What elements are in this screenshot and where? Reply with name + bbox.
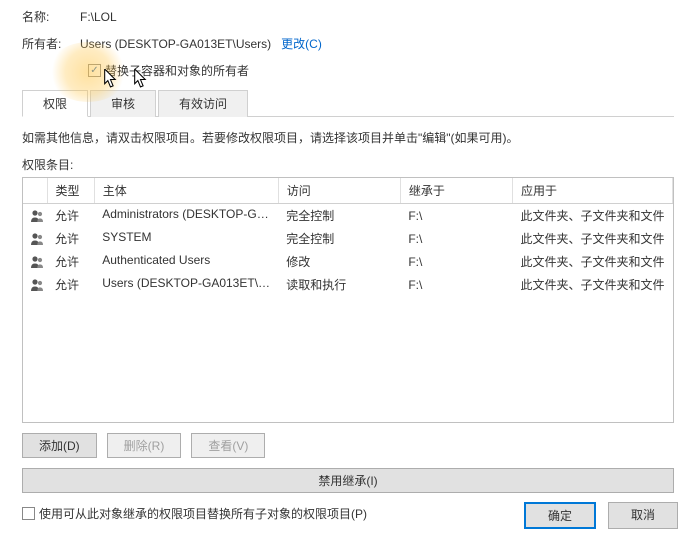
cell-access: 修改 bbox=[278, 250, 400, 273]
tab-effective-access[interactable]: 有效访问 bbox=[158, 90, 248, 117]
cell-type: 允许 bbox=[47, 204, 94, 228]
user-group-icon bbox=[29, 208, 45, 224]
col-access[interactable]: 访问 bbox=[278, 178, 400, 204]
cell-inherit: F:\ bbox=[400, 227, 512, 250]
permissions-table: 类型 主体 访问 继承于 应用于 允许Administrators (DESKT… bbox=[22, 177, 674, 423]
cursor-icon bbox=[103, 69, 119, 89]
name-label: 名称: bbox=[22, 8, 80, 25]
add-button[interactable]: 添加(D) bbox=[22, 433, 97, 458]
cell-type: 允许 bbox=[47, 227, 94, 250]
cell-access: 读取和执行 bbox=[278, 273, 400, 296]
tab-bar: 权限 审核 有效访问 bbox=[22, 89, 674, 117]
cell-principal: SYSTEM bbox=[94, 227, 278, 250]
replace-child-label: 使用可从此对象继承的权限项目替换所有子对象的权限项目(P) bbox=[39, 505, 367, 522]
owner-value: Users (DESKTOP-GA013ET\Users) bbox=[80, 37, 271, 51]
replace-owner-checkbox[interactable] bbox=[88, 64, 101, 77]
remove-button[interactable]: 删除(R) bbox=[107, 433, 182, 458]
cell-type: 允许 bbox=[47, 273, 94, 296]
owner-change-link[interactable]: 更改(C) bbox=[281, 35, 322, 52]
cancel-button[interactable]: 取消 bbox=[608, 502, 678, 529]
cell-apply: 此文件夹、子文件夹和文件 bbox=[512, 273, 672, 296]
cell-type: 允许 bbox=[47, 250, 94, 273]
cell-inherit: F:\ bbox=[400, 204, 512, 228]
table-row[interactable]: 允许Administrators (DESKTOP-GA01...完全控制F:\… bbox=[23, 204, 673, 228]
col-type[interactable]: 类型 bbox=[47, 178, 94, 204]
col-principal[interactable]: 主体 bbox=[94, 178, 278, 204]
col-applies-to[interactable]: 应用于 bbox=[512, 178, 672, 204]
name-value: F:\LOL bbox=[80, 10, 117, 24]
owner-label: 所有者: bbox=[22, 35, 80, 52]
cell-inherit: F:\ bbox=[400, 273, 512, 296]
permissions-section-label: 权限条目: bbox=[22, 156, 674, 173]
replace-child-checkbox[interactable] bbox=[22, 507, 35, 520]
cell-apply: 此文件夹、子文件夹和文件 bbox=[512, 204, 672, 228]
cell-principal: Users (DESKTOP-GA013ET\Users) bbox=[94, 273, 278, 296]
tab-auditing[interactable]: 审核 bbox=[90, 90, 156, 117]
table-row[interactable]: 允许Users (DESKTOP-GA013ET\Users)读取和执行F:\此… bbox=[23, 273, 673, 296]
disable-inheritance-button[interactable]: 禁用继承(I) bbox=[22, 468, 674, 493]
cell-principal: Authenticated Users bbox=[94, 250, 278, 273]
user-group-icon bbox=[29, 277, 45, 293]
cell-access: 完全控制 bbox=[278, 227, 400, 250]
col-icon[interactable] bbox=[23, 178, 47, 204]
cell-apply: 此文件夹、子文件夹和文件 bbox=[512, 227, 672, 250]
user-group-icon bbox=[29, 231, 45, 247]
user-group-icon bbox=[29, 254, 45, 270]
tab-permissions[interactable]: 权限 bbox=[22, 90, 88, 117]
info-text: 如需其他信息，请双击权限项目。若要修改权限项目，请选择该项目并单击"编辑"(如果… bbox=[22, 129, 674, 146]
cursor-icon-2 bbox=[133, 69, 149, 89]
cell-principal: Administrators (DESKTOP-GA01... bbox=[94, 204, 278, 228]
replace-owner-label: 替换子容器和对象的所有者 bbox=[105, 62, 249, 79]
cell-apply: 此文件夹、子文件夹和文件 bbox=[512, 250, 672, 273]
table-row[interactable]: 允许SYSTEM完全控制F:\此文件夹、子文件夹和文件 bbox=[23, 227, 673, 250]
cell-inherit: F:\ bbox=[400, 250, 512, 273]
cell-access: 完全控制 bbox=[278, 204, 400, 228]
table-row[interactable]: 允许Authenticated Users修改F:\此文件夹、子文件夹和文件 bbox=[23, 250, 673, 273]
ok-button[interactable]: 确定 bbox=[524, 502, 596, 529]
col-inherited-from[interactable]: 继承于 bbox=[400, 178, 512, 204]
view-button[interactable]: 查看(V) bbox=[191, 433, 265, 458]
